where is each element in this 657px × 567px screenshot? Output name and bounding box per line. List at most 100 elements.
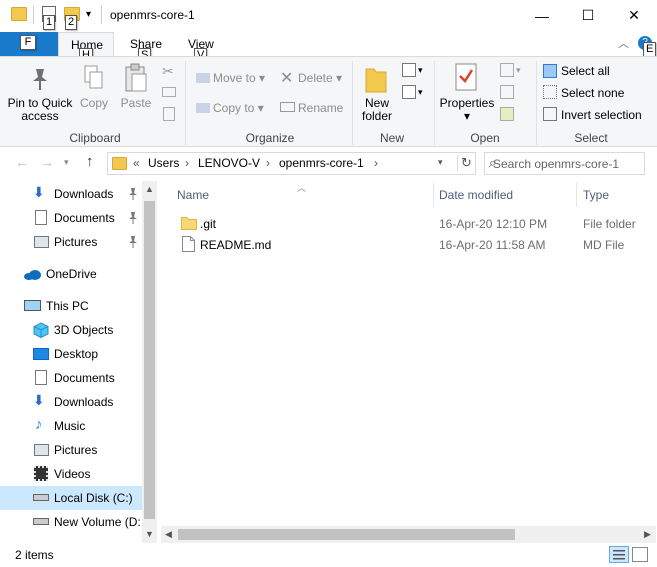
table-row[interactable]: README.md 16-Apr-20 11:58 AM MD File [175, 234, 657, 255]
breadcrumb-current[interactable]: openmrs-core-1 [279, 156, 364, 170]
easy-access-icon[interactable] [402, 85, 416, 99]
properties-button[interactable]: Properties ▾ [438, 97, 496, 123]
divider [434, 61, 435, 145]
tab-file[interactable]: F [0, 32, 58, 56]
maximize-button[interactable]: ☐ [565, 0, 611, 31]
qat-customize-icon[interactable]: ▾ [86, 9, 91, 20]
new-folder-button[interactable]: New folder [355, 97, 399, 123]
keytip-1: 1 [43, 15, 56, 30]
move-to-icon [196, 71, 210, 83]
scroll-down-icon[interactable]: ▼ [145, 529, 154, 539]
folder-icon [11, 7, 27, 21]
keytip-e: E [643, 42, 657, 57]
pin-to-quick-access-button[interactable]: Pin to Quick access [4, 97, 76, 123]
table-row[interactable]: .git 16-Apr-20 12:10 PM File folder [175, 213, 657, 234]
history-icon[interactable] [500, 107, 514, 121]
drive-icon [33, 518, 49, 525]
nav-item-label: Documents [54, 371, 115, 385]
new-item-icon[interactable] [402, 63, 416, 77]
ribbon-tabs: F Home H Share S View V ︿ ? E [0, 32, 657, 63]
address-dropdown-icon[interactable]: ▾ [438, 157, 443, 168]
column-header-date[interactable]: Date modified [439, 188, 513, 202]
onedrive-icon [24, 269, 41, 285]
rename-button[interactable]: Rename [298, 101, 343, 115]
divider [433, 183, 434, 207]
search-box[interactable]: ⌕ Search openmrs-core-1 [484, 152, 645, 175]
music-icon: ♪ [35, 416, 43, 433]
nav-item-local-disk-c[interactable]: Local Disk (C:) [0, 486, 142, 510]
nav-item-onedrive[interactable]: OneDrive [0, 262, 142, 286]
close-button[interactable]: ✕ [611, 0, 657, 31]
copy-path-icon[interactable] [162, 87, 176, 97]
large-icons-view-icon[interactable] [632, 547, 648, 562]
breadcrumb-lenovo[interactable]: LENOVO-V [198, 156, 260, 170]
clipboard-group-label: Clipboard [69, 131, 121, 145]
horizontal-scrollbar[interactable]: ◀ ▶ [161, 526, 656, 543]
copy-icon [84, 65, 104, 91]
nav-item-3d-objects[interactable]: 3D Objects [0, 318, 142, 342]
new-group-label: New [379, 131, 404, 145]
pin-icon [128, 236, 138, 248]
chevron-right-icon: › [374, 156, 378, 170]
videos-icon [34, 466, 48, 481]
address-row: ← → ▾ ↑ « Users › LENOVO-V › openmrs-cor… [0, 147, 657, 181]
nav-scrollbar[interactable]: ▲ ▼ [142, 181, 157, 543]
cut-icon[interactable]: ✂ [162, 63, 174, 80]
up-icon[interactable]: ↑ [86, 153, 94, 170]
chevron-right-icon: › [185, 156, 189, 170]
scroll-thumb[interactable] [178, 529, 515, 540]
nav-item-pictures[interactable]: Pictures [0, 438, 142, 462]
nav-item-this-pc[interactable]: This PC [0, 294, 142, 318]
column-header-type[interactable]: Type [583, 188, 609, 202]
invert-selection-icon [543, 107, 557, 121]
column-header-name[interactable]: Name [177, 188, 209, 202]
copy-button[interactable]: Copy [76, 97, 112, 110]
paste-button[interactable]: Paste [118, 97, 154, 110]
nav-item-label: This PC [46, 299, 89, 313]
paste-shortcut-icon[interactable] [163, 107, 175, 121]
move-to-label: Move to [213, 71, 256, 85]
collapse-ribbon-icon[interactable]: ︿ [618, 35, 629, 51]
nav-item-label: Desktop [54, 347, 99, 361]
copy-to-icon [196, 101, 210, 113]
nav-item-label: OneDrive [46, 267, 97, 281]
details-view-icon[interactable] [609, 546, 629, 563]
nav-item-documents[interactable]: Documents [0, 366, 142, 390]
search-input[interactable]: Search openmrs-core-1 [493, 157, 643, 171]
forward-icon[interactable]: → [40, 154, 54, 170]
select-none-button[interactable]: Select none [561, 86, 624, 100]
refresh-icon[interactable]: ↻ [457, 155, 472, 171]
edit-icon[interactable] [500, 85, 514, 99]
ribbon: Pin to Quick access Copy Paste ✂ Clipboa… [0, 56, 657, 147]
scroll-left-icon[interactable]: ◀ [165, 529, 172, 540]
back-icon[interactable]: ← [15, 154, 29, 170]
open-icon[interactable] [500, 63, 514, 77]
breadcrumb-users[interactable]: Users [148, 156, 179, 170]
nav-item-desktop[interactable]: Desktop [0, 342, 142, 366]
overflow-icon[interactable]: « [133, 156, 140, 170]
nav-item-downloads-quick[interactable]: ⬇ Downloads [0, 182, 142, 206]
move-to-button[interactable]: Move to ▾ [213, 71, 265, 85]
pc-icon [24, 300, 41, 311]
nav-item-documents-quick[interactable]: Documents [0, 206, 142, 230]
nav-item-videos[interactable]: Videos [0, 462, 142, 486]
divider [101, 6, 102, 24]
recent-locations-icon[interactable]: ▾ [64, 157, 69, 168]
select-all-icon [543, 64, 557, 78]
invert-selection-button[interactable]: Invert selection [561, 108, 642, 122]
scroll-right-icon[interactable]: ▶ [644, 529, 651, 540]
file-icon [182, 236, 195, 255]
scroll-thumb[interactable] [144, 201, 155, 519]
nav-item-downloads[interactable]: ⬇ Downloads [0, 390, 142, 414]
keytip-2: 2 [65, 15, 78, 30]
scroll-up-icon[interactable]: ▲ [145, 184, 154, 194]
nav-item-music[interactable]: ♪ Music [0, 414, 142, 438]
minimize-button[interactable]: — [519, 0, 565, 31]
nav-item-new-volume-d[interactable]: New Volume (D: [0, 510, 142, 534]
nav-item-pictures-quick[interactable]: Pictures [0, 230, 142, 254]
select-all-button[interactable]: Select all [561, 64, 610, 78]
delete-button[interactable]: Delete ▾ [298, 71, 342, 85]
nav-item-label: Downloads [54, 187, 114, 201]
copy-to-button[interactable]: Copy to ▾ [213, 101, 264, 115]
address-bar[interactable]: « Users › LENOVO-V › openmrs-core-1 › ▾ … [107, 152, 476, 175]
